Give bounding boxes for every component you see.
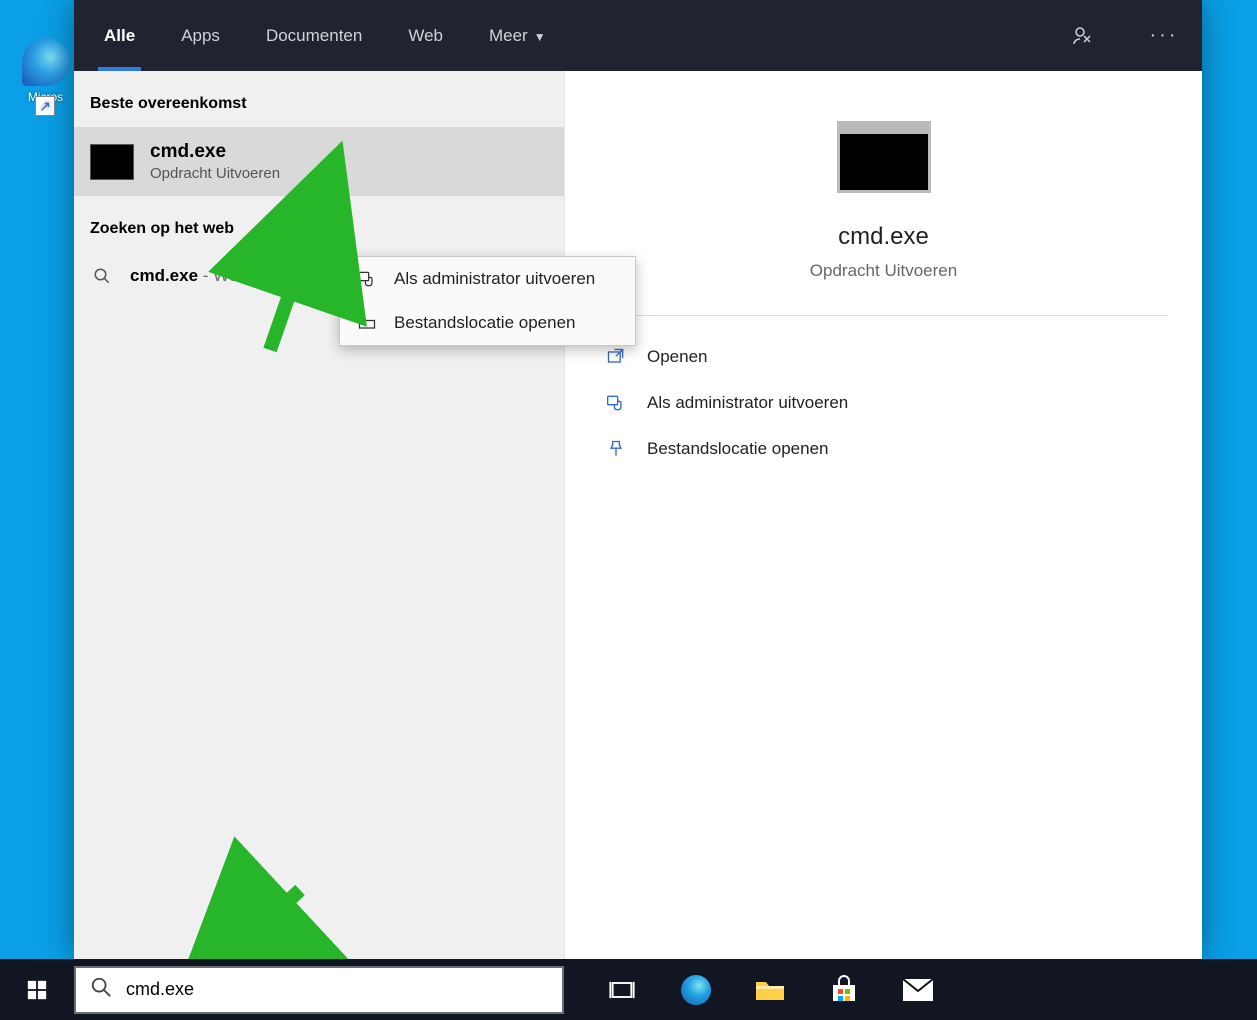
action-open[interactable]: Openen [599, 334, 1168, 380]
context-menu: Als administrator uitvoeren Bestandsloca… [339, 256, 636, 346]
tab-web[interactable]: Web [402, 18, 449, 54]
tab-documents[interactable]: Documenten [260, 18, 368, 54]
edge-icon [681, 975, 711, 1005]
admin-shield-icon [605, 393, 627, 413]
more-options-icon[interactable]: ··· [1150, 22, 1178, 50]
action-run-admin[interactable]: Als administrator uitvoeren [599, 380, 1168, 426]
action-run-admin-label: Als administrator uitvoeren [647, 393, 848, 413]
cmd-icon [90, 144, 134, 180]
tab-more-label: Meer [489, 26, 528, 45]
preview-column: cmd.exe Opdracht Uitvoeren Openen Als ad… [564, 71, 1202, 959]
open-icon [605, 347, 627, 367]
start-button[interactable] [0, 959, 74, 1020]
feedback-icon[interactable] [1068, 22, 1096, 50]
pin-icon [605, 439, 627, 459]
best-match-result[interactable]: cmd.exe Opdracht Uitvoeren [74, 127, 564, 196]
taskbar-app-mail[interactable] [896, 968, 940, 1012]
web-search-header: Zoeken op het web [74, 196, 564, 252]
context-menu-open-location[interactable]: Bestandslocatie openen [340, 301, 635, 345]
best-match-subtitle: Opdracht Uitvoeren [150, 165, 280, 182]
desktop-shortcut-edge[interactable]: ↗ Micros [18, 38, 73, 104]
windows-icon [26, 979, 48, 1001]
taskbar-search-input[interactable] [126, 979, 548, 1000]
context-menu-run-admin-label: Als administrator uitvoeren [394, 269, 595, 289]
store-icon [829, 975, 859, 1005]
tab-more[interactable]: Meer ▼ [483, 18, 552, 54]
search-panel: Alle Apps Documenten Web Meer ▼ ··· Beste… [74, 0, 1202, 959]
taskbar-search-box[interactable] [74, 966, 564, 1014]
taskbar-app-explorer[interactable] [748, 968, 792, 1012]
web-query-term: cmd.exe [130, 266, 198, 285]
file-explorer-icon [755, 977, 785, 1003]
results-column: Beste overeenkomst cmd.exe Opdracht Uitv… [74, 71, 564, 959]
tab-apps[interactable]: Apps [175, 18, 226, 54]
shortcut-arrow-icon: ↗ [35, 96, 55, 116]
task-view-button[interactable] [600, 968, 644, 1012]
mail-icon [902, 978, 934, 1002]
taskbar-app-edge[interactable] [674, 968, 718, 1012]
taskbar-app-store[interactable] [822, 968, 866, 1012]
folder-icon [356, 313, 378, 333]
cmd-icon-large [837, 121, 931, 193]
chevron-down-icon: ▼ [534, 30, 546, 44]
preview-title: cmd.exe [565, 223, 1202, 251]
search-tabs-bar: Alle Apps Documenten Web Meer ▼ ··· [74, 0, 1202, 71]
action-open-label: Openen [647, 347, 708, 367]
context-menu-run-admin[interactable]: Als administrator uitvoeren [340, 257, 635, 301]
context-menu-open-location-label: Bestandslocatie openen [394, 313, 575, 333]
admin-shield-icon [356, 269, 378, 289]
web-query-suffix: - Webr [198, 266, 253, 285]
action-open-location-label: Bestandslocatie openen [647, 439, 828, 459]
edge-icon [22, 38, 70, 86]
search-icon [90, 267, 114, 285]
search-icon [90, 976, 112, 1003]
best-match-header: Beste overeenkomst [74, 71, 564, 127]
tab-all[interactable]: Alle [98, 18, 141, 54]
best-match-title: cmd.exe [150, 141, 280, 163]
action-open-location[interactable]: Bestandslocatie openen [599, 426, 1168, 472]
preview-subtitle: Opdracht Uitvoeren [565, 261, 1202, 281]
taskbar [0, 959, 1202, 1020]
